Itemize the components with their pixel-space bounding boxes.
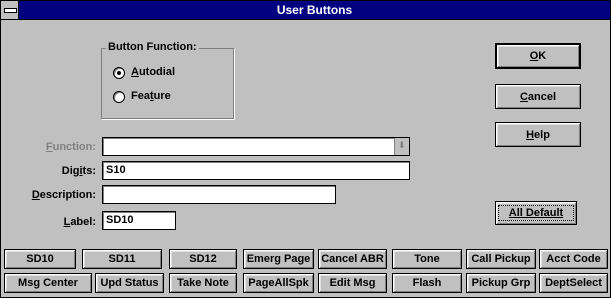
- user-button-pickup-grp[interactable]: Pickup Grp: [466, 273, 536, 293]
- user-button-call-pickup[interactable]: Call Pickup: [466, 249, 536, 269]
- user-button-emerg-page[interactable]: Emerg Page: [243, 249, 314, 269]
- user-button-label: SD12: [189, 253, 217, 265]
- user-button-label: Call Pickup: [471, 253, 531, 265]
- user-button-tone[interactable]: Tone: [392, 249, 462, 269]
- user-button-label: DeptSelect: [545, 277, 602, 289]
- help-button[interactable]: Help: [495, 122, 581, 147]
- user-button-label: Take Note: [177, 277, 229, 289]
- user-button-sd12[interactable]: SD12: [169, 249, 237, 269]
- chevron-down-icon: ⬇: [398, 140, 406, 150]
- button-function-group: [101, 48, 234, 119]
- system-menu-button[interactable]: [1, 1, 19, 19]
- radio-feature-indicator[interactable]: [113, 91, 125, 103]
- user-button-label: PageAllSpk: [248, 277, 309, 289]
- function-dropdown-button[interactable]: ⬇: [394, 138, 409, 155]
- function-label: Function:: [45, 141, 96, 153]
- digits-input[interactable]: S10: [102, 161, 410, 180]
- user-button-edit-msg[interactable]: Edit Msg: [318, 273, 387, 293]
- user-button-label: SD11: [108, 253, 136, 265]
- radio-feature-label: Feature: [131, 90, 171, 102]
- user-button-msg-center[interactable]: Msg Center: [4, 273, 92, 293]
- help-button-label: Help: [526, 128, 550, 141]
- user-button-label: Msg Center: [18, 277, 78, 289]
- button-function-group-title: Button Function:: [106, 41, 199, 53]
- focus-rectangle: [498, 205, 574, 221]
- ok-button[interactable]: OK: [495, 43, 581, 69]
- user-button-deptselect[interactable]: DeptSelect: [539, 273, 608, 293]
- user-button-label: Upd Status: [100, 277, 159, 289]
- ok-button-label: OK: [529, 50, 547, 62]
- label-input[interactable]: SD10: [102, 211, 176, 230]
- user-button-sd10[interactable]: SD10: [4, 249, 76, 269]
- user-buttons-dialog: User Buttons Button Function: Autodial F…: [0, 0, 611, 298]
- user-button-label: Emerg Page: [246, 253, 311, 265]
- user-button-upd-status[interactable]: Upd Status: [95, 273, 164, 293]
- user-button-label: SD10: [26, 253, 54, 265]
- cancel-button[interactable]: Cancel: [495, 84, 581, 109]
- digits-label: Digits:: [61, 165, 96, 177]
- user-button-label: Acct Code: [546, 253, 601, 265]
- title-bar: User Buttons: [1, 1, 610, 20]
- user-button-label: Flash: [412, 277, 442, 289]
- label-label: Label:: [63, 216, 96, 228]
- window-title: User Buttons: [276, 3, 353, 17]
- function-dropdown[interactable]: ⬇: [102, 137, 410, 156]
- cancel-button-label: Cancel: [519, 90, 557, 103]
- user-button-label: Pickup Grp: [471, 277, 531, 289]
- radio-autodial-label: Autodial: [131, 66, 176, 78]
- system-menu-icon: [4, 8, 17, 13]
- radio-autodial-indicator[interactable]: [113, 67, 125, 79]
- user-button-acct-code[interactable]: Acct Code: [539, 249, 608, 269]
- user-button-sd11[interactable]: SD11: [82, 249, 162, 269]
- user-button-cancel-abr[interactable]: Cancel ABR: [318, 249, 387, 269]
- user-button-take-note[interactable]: Take Note: [169, 273, 237, 293]
- description-input[interactable]: [102, 185, 336, 204]
- description-label: Description:: [31, 189, 96, 201]
- user-button-pageallspk[interactable]: PageAllSpk: [243, 273, 314, 293]
- user-button-label: Tone: [414, 253, 440, 265]
- user-button-label: Edit Msg: [329, 277, 376, 289]
- user-button-flash[interactable]: Flash: [392, 273, 462, 293]
- user-button-label: Cancel ABR: [321, 253, 384, 265]
